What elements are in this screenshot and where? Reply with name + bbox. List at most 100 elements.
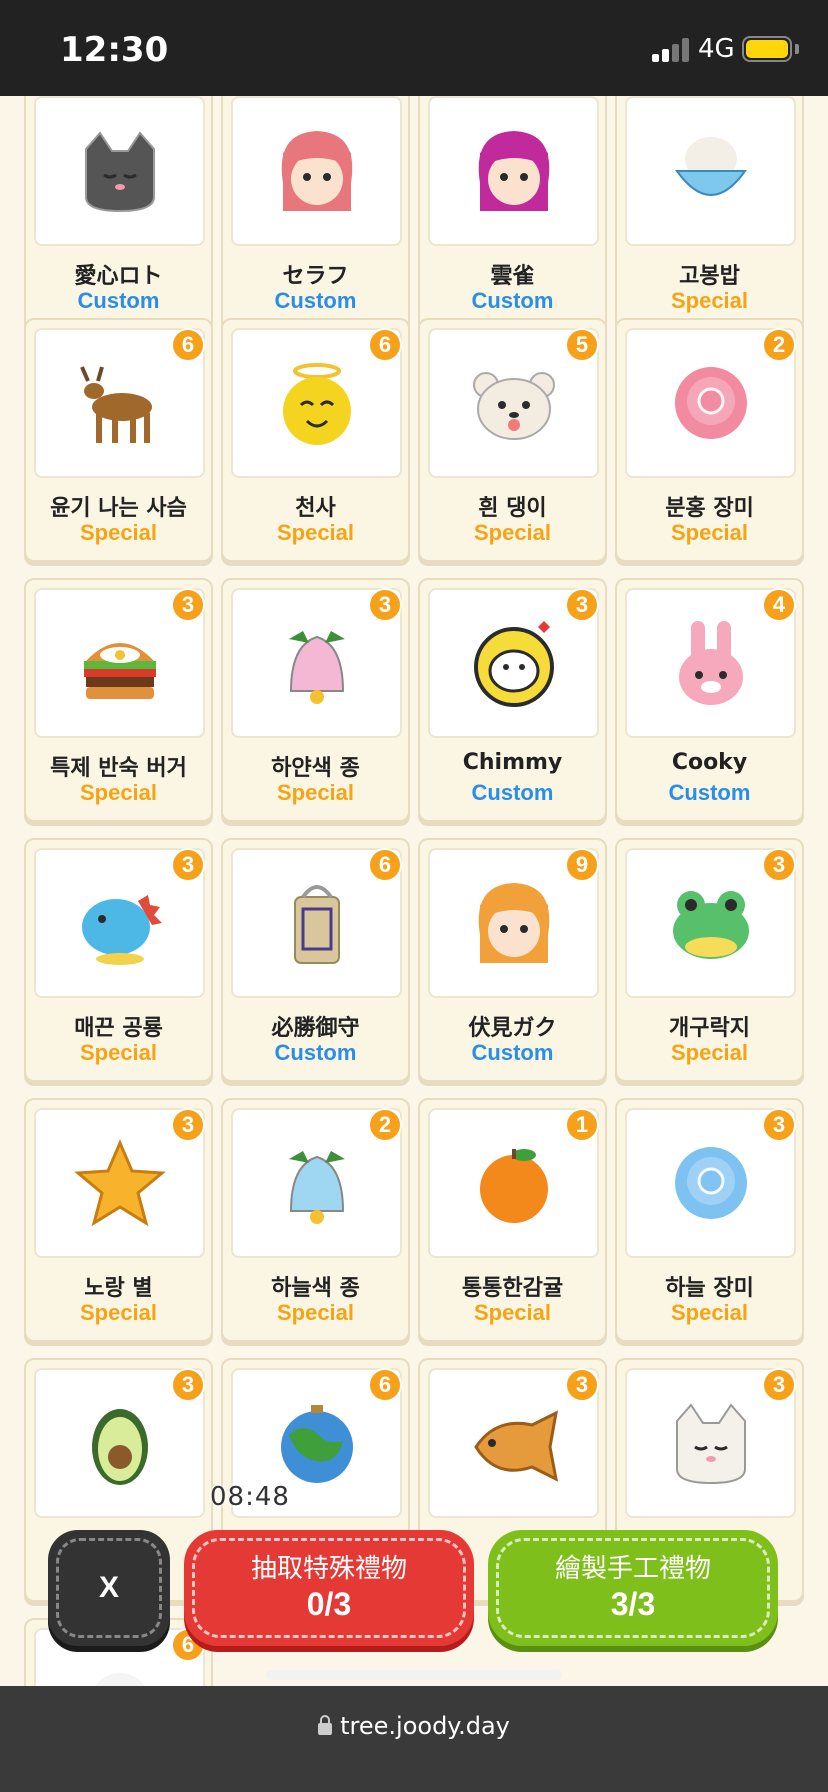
gift-name: 愛心ロト — [74, 264, 163, 289]
white-cat-icon — [675, 1403, 746, 1485]
gift-count-badge: 6 — [171, 328, 205, 362]
gift-card[interactable]: 5 흰 댕이 Special — [418, 318, 607, 562]
gift-card[interactable]: 6 必勝御守 Custom — [221, 838, 410, 1082]
frog-icon — [672, 891, 749, 959]
gift-thumbnail — [428, 96, 599, 246]
gift-thumbnail — [231, 96, 402, 246]
browser-address-bar[interactable]: tree.joody.day — [0, 1686, 828, 1792]
gift-count-badge: 2 — [762, 328, 796, 362]
url-text: tree.joody.day — [340, 1712, 510, 1740]
gift-type-label: Special — [473, 520, 552, 545]
blue-rose-icon — [674, 1147, 747, 1219]
gift-type-label: Special — [79, 1040, 158, 1065]
home-indicator[interactable] — [266, 1670, 562, 1680]
gift-count-badge: 3 — [368, 588, 402, 622]
draw-special-gift-label: 抽取特殊禮物 — [250, 1554, 407, 1584]
gift-type-label: Special — [276, 520, 355, 545]
earth-ornament-icon — [280, 1405, 353, 1483]
gift-card[interactable]: 3 Chimmy Custom — [418, 578, 607, 822]
gift-count-badge: 3 — [171, 1108, 205, 1142]
draw-special-gift-button[interactable]: 抽取特殊禮物 0/3 — [184, 1530, 474, 1646]
gift-type-label: Custom — [77, 288, 160, 313]
gift-count-badge: 3 — [171, 588, 205, 622]
gift-name: 개구락지 — [669, 1016, 750, 1041]
angel-smiley-icon — [282, 363, 351, 445]
gift-name: 흰 댕이 — [478, 496, 547, 521]
gift-type-label: Special — [276, 1300, 355, 1325]
gift-card[interactable]: 2 하늘색 종 Special — [221, 1098, 410, 1342]
gift-card[interactable]: 4 Cooky Custom — [615, 578, 804, 822]
gift-card[interactable]: 3 특제 반숙 버거 Special — [24, 578, 213, 822]
gift-count-badge: 3 — [762, 1368, 796, 1402]
status-bar: 12:30 4G — [0, 0, 828, 96]
gift-name: 고봉밥 — [679, 264, 740, 289]
gift-card[interactable]: 고봉밥 Special — [615, 96, 804, 330]
gift-card[interactable]: 3 하늘 장미 Special — [615, 1098, 804, 1342]
gift-type-label: Special — [670, 1040, 749, 1065]
burger-icon — [83, 643, 156, 699]
gift-card[interactable]: 3 개구락지 Special — [615, 838, 804, 1082]
close-icon: X — [98, 1571, 119, 1604]
draw-handmade-gift-count: 3/3 — [610, 1586, 656, 1622]
gift-name: 통통한감귤 — [461, 1276, 564, 1301]
white-puppy-icon — [472, 372, 555, 440]
signal-icon — [652, 38, 692, 62]
close-button[interactable]: X — [48, 1530, 170, 1646]
gift-thumbnail — [625, 96, 796, 246]
gift-type-label: Custom — [471, 288, 554, 313]
draw-handmade-gift-label: 繪製手工禮物 — [554, 1554, 711, 1584]
gift-name: 매끈 공룡 — [74, 1016, 163, 1041]
gift-name: 특제 반숙 버거 — [50, 756, 187, 781]
gift-card[interactable]: 6 천사 Special — [221, 318, 410, 562]
countdown-timer: 08:48 — [210, 1482, 290, 1512]
gift-name: 하늘색 종 — [271, 1276, 360, 1301]
gift-type-label: Special — [670, 520, 749, 545]
gift-count-badge: 3 — [565, 1368, 599, 1402]
gift-card[interactable]: 1 통통한감귤 Special — [418, 1098, 607, 1342]
gift-name: 노랑 별 — [84, 1276, 153, 1301]
battery-icon — [742, 36, 792, 62]
omamori-charm-icon — [293, 885, 340, 964]
blue-dinosaur-icon — [81, 895, 162, 965]
gift-type-label: Special — [473, 1300, 552, 1325]
gift-card[interactable]: 3 노랑 별 Special — [24, 1098, 213, 1342]
gift-type-label: Custom — [471, 1040, 554, 1065]
gift-name: 必勝御守 — [271, 1016, 360, 1041]
gift-name: Chimmy — [462, 750, 563, 775]
gift-name: Cooky — [671, 750, 748, 775]
gift-card[interactable]: 3 매끈 공룡 Special — [24, 838, 213, 1082]
gift-count-badge: 3 — [565, 588, 599, 622]
taiyaki-fish-icon — [473, 1410, 558, 1482]
gift-name: 천사 — [295, 496, 336, 521]
gift-type-label: Custom — [274, 1040, 357, 1065]
deer-icon — [79, 366, 152, 443]
gift-card[interactable]: 3 하얀색 종 Special — [221, 578, 410, 822]
gift-type-label: Special — [79, 520, 158, 545]
pink-hair-portrait-icon — [281, 131, 352, 211]
gift-name: 伏見ガク — [468, 1016, 557, 1041]
gift-count-badge: 4 — [762, 588, 796, 622]
gift-name: 하늘 장미 — [665, 1276, 754, 1301]
draw-handmade-gift-button[interactable]: 繪製手工禮物 3/3 — [488, 1530, 778, 1646]
gift-count-badge: 2 — [368, 1108, 402, 1142]
gift-type-label: Custom — [668, 780, 751, 805]
magenta-hair-portrait-icon — [478, 131, 549, 211]
gift-card[interactable]: 雲雀 Custom — [418, 96, 607, 330]
gift-name: 윤기 나는 사슴 — [50, 496, 187, 521]
pink-rose-icon — [674, 367, 747, 439]
gift-card[interactable]: 9 伏見ガク Custom — [418, 838, 607, 1082]
gift-name: 분홍 장미 — [665, 496, 754, 521]
gift-count-badge: 6 — [368, 848, 402, 882]
gift-type-label: Special — [276, 780, 355, 805]
gift-count-badge: 3 — [171, 1368, 205, 1402]
status-time: 12:30 — [60, 30, 169, 70]
gift-count-badge: 3 — [762, 848, 796, 882]
gift-type-label: Special — [79, 780, 158, 805]
gift-card[interactable]: 6 윤기 나는 사슴 Special — [24, 318, 213, 562]
gift-thumbnail — [34, 96, 205, 246]
gift-card[interactable]: セラフ Custom — [221, 96, 410, 330]
gift-type-label: Custom — [274, 288, 357, 313]
gift-card[interactable]: 愛心ロト Custom — [24, 96, 213, 330]
gift-card[interactable]: 2 분홍 장미 Special — [615, 318, 804, 562]
gift-count-badge: 9 — [565, 848, 599, 882]
